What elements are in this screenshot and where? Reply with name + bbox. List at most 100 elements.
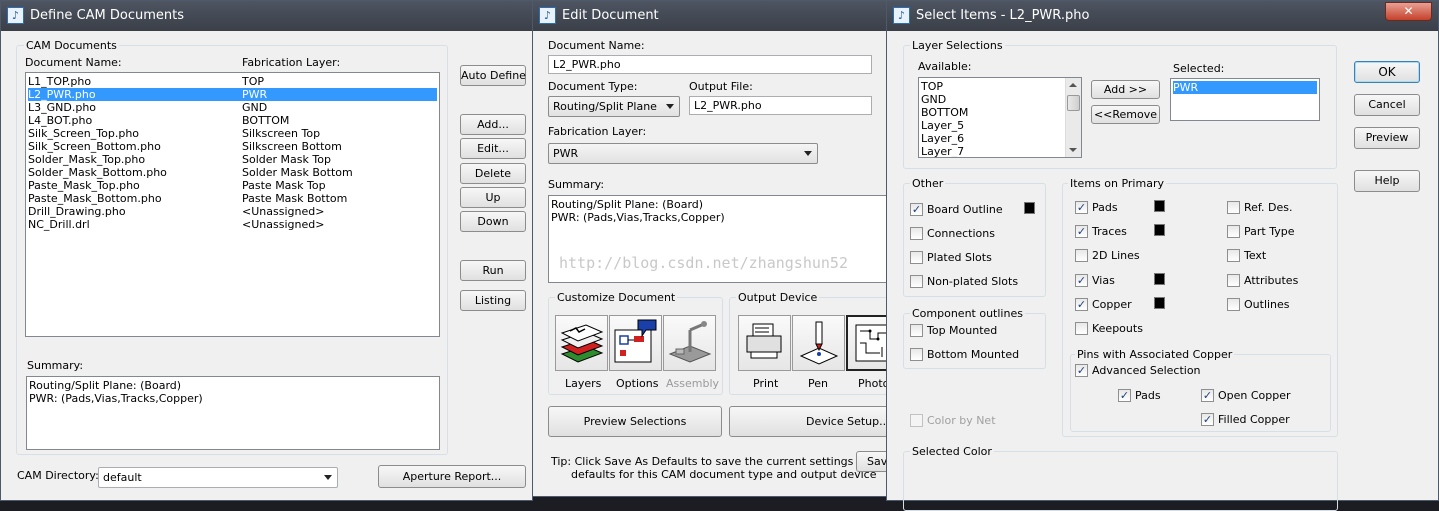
scroll-up-icon[interactable] — [1069, 83, 1077, 87]
document-name-cell: L2_PWR.pho — [28, 88, 96, 101]
summary-box: Routing/Split Plane: (Board) PWR: (Pads,… — [26, 376, 440, 450]
color-swatch[interactable] — [1024, 202, 1035, 214]
available-layer-item[interactable]: Layer_6 — [921, 132, 1063, 145]
assembly-button[interactable] — [663, 315, 716, 371]
define-cam-title-bar[interactable]: ♪ Define CAM Documents — [1, 1, 532, 31]
color-swatch[interactable] — [1154, 297, 1165, 309]
available-layer-item[interactable]: TOP — [921, 80, 1063, 93]
scroll-thumb[interactable] — [1067, 95, 1080, 111]
cam-document-row[interactable]: Silk_Screen_Bottom.pho Silkscreen Bottom — [28, 140, 437, 153]
checkbox-label: Color by Net — [927, 414, 996, 427]
cam-directory-select[interactable]: default — [98, 467, 338, 488]
checkbox-label: Bottom Mounted — [927, 348, 1020, 361]
select-items-window: ♪ Select Items - L2_PWR.pho ✕ Layer Sele… — [886, 0, 1439, 511]
aperture-report-button[interactable]: Aperture Report... — [378, 465, 526, 488]
add-layer-button[interactable]: Add >> — [1091, 80, 1160, 99]
available-layer-item[interactable]: GND — [921, 93, 1063, 106]
scroll-down-icon[interactable] — [1069, 148, 1077, 152]
print-button[interactable] — [738, 315, 791, 371]
checkbox-box — [1227, 298, 1240, 311]
checkbox-label: Pads — [1092, 201, 1118, 214]
checkbox-box — [910, 324, 923, 337]
checkbox-label: Pads — [1135, 389, 1161, 402]
device-setup-button[interactable]: Device Setup... — [729, 406, 895, 437]
selected-layer-item[interactable]: PWR — [1173, 81, 1317, 94]
app-icon: ♪ — [7, 7, 24, 24]
document-name-cell: Drill_Drawing.pho — [28, 205, 126, 218]
checkbox-box — [1227, 249, 1240, 262]
cam-document-row[interactable]: Paste_Mask_Top.pho Paste Mask Top — [28, 179, 437, 192]
available-scrollbar[interactable] — [1065, 78, 1081, 157]
delete-button[interactable]: Delete — [460, 163, 526, 184]
preview-button[interactable]: Preview — [1354, 127, 1420, 149]
close-icon[interactable]: ✕ — [1385, 2, 1432, 21]
summary-label: Summary: — [27, 359, 84, 372]
checkbox-label: 2D Lines — [1092, 249, 1140, 262]
fabrication-layer-cell: Paste Mask Bottom — [242, 192, 348, 205]
down-button[interactable]: Down — [460, 211, 526, 232]
layers-button[interactable] — [555, 315, 608, 371]
output-file-label: Output File: — [689, 80, 753, 93]
fabrication-layer-cell: Paste Mask Top — [242, 179, 326, 192]
checkbox-label: Plated Slots — [927, 251, 992, 264]
available-layers-list[interactable]: Layer_7 Layer_6 Layer_5 BOTTOM GND TOP — [918, 77, 1082, 158]
checkbox-label: Board Outline — [927, 203, 1003, 216]
checkbox-box — [1227, 201, 1240, 214]
selected-color-group — [903, 451, 1338, 511]
run-button[interactable]: Run — [460, 260, 526, 281]
edit-document-title-bar[interactable]: ♪ Edit Document — [533, 1, 893, 31]
cam-document-row[interactable]: Drill_Drawing.pho <Unassigned> — [28, 205, 437, 218]
output-file-field[interactable]: L2_PWR.pho — [689, 96, 872, 115]
document-name-field[interactable]: L2_PWR.pho — [548, 55, 872, 74]
available-layer-item[interactable]: BOTTOM — [921, 106, 1063, 119]
cam-document-row[interactable]: L4_BOT.pho BOTTOM — [28, 114, 437, 127]
checkbox-label: Non-plated Slots — [927, 275, 1019, 288]
document-name-cell: Silk_Screen_Top.pho — [28, 127, 140, 140]
checkbox-label: Text — [1244, 249, 1267, 262]
cam-document-row[interactable]: Paste_Mask_Bottom.pho Paste Mask Bottom — [28, 192, 437, 205]
cam-document-row[interactable]: Solder_Mask_Top.pho Solder Mask Top — [28, 153, 437, 166]
printer-icon — [746, 323, 782, 359]
cam-document-row[interactable]: NC_Drill.drl <Unassigned> — [28, 218, 437, 231]
document-name-header: Document Name: — [25, 56, 122, 69]
available-layer-item[interactable]: Layer_7 — [921, 145, 1063, 157]
remove-layer-button[interactable]: <<Remove — [1091, 105, 1160, 124]
preview-selections-button[interactable]: Preview Selections — [548, 406, 722, 437]
up-button[interactable]: Up — [460, 187, 526, 208]
add-button[interactable]: Add... — [460, 114, 526, 135]
assembly-icon — [668, 321, 712, 363]
app-icon: ♪ — [539, 7, 556, 24]
cam-documents-list[interactable]: L1_TOP.pho TOP L2_PWR.pho PWR L3_GND.pho GND L… — [25, 72, 440, 337]
help-button[interactable]: Help — [1354, 170, 1420, 192]
document-type-select[interactable]: Routing/Split Plane — [548, 96, 680, 117]
checkbox-box — [1075, 322, 1088, 335]
cam-document-row[interactable]: L1_TOP.pho TOP — [28, 75, 437, 88]
pins-associated-copper-label: Pins with Associated Copper — [1075, 348, 1235, 361]
cam-document-row[interactable]: L2_PWR.pho PWR — [28, 88, 437, 101]
fabrication-layer-select[interactable]: PWR — [548, 143, 818, 164]
color-swatch[interactable] — [1154, 200, 1165, 212]
chevron-down-icon — [804, 151, 812, 156]
component-outlines-label: Component outlines — [910, 307, 1025, 320]
select-items-title-bar[interactable]: ♪ Select Items - L2_PWR.pho ✕ — [887, 1, 1438, 31]
cancel-button[interactable]: Cancel — [1354, 94, 1420, 116]
checkbox-label: Open Copper — [1218, 389, 1291, 402]
fabrication-layer-cell: TOP — [242, 75, 265, 88]
options-button[interactable] — [609, 315, 662, 371]
checkbox-box — [1227, 274, 1240, 287]
color-swatch[interactable] — [1154, 273, 1165, 285]
edit-button[interactable]: Edit... — [460, 138, 526, 159]
checkbox-box — [910, 275, 923, 288]
pen-button[interactable] — [792, 315, 845, 371]
selected-layers-list[interactable]: PWR — [1170, 78, 1320, 121]
ok-button[interactable]: OK — [1354, 61, 1420, 83]
auto-define-button[interactable]: Auto Define — [460, 65, 526, 86]
chevron-down-icon — [324, 475, 332, 480]
available-layer-item[interactable]: Layer_5 — [921, 119, 1063, 132]
cam-document-row[interactable]: L3_GND.pho GND — [28, 101, 437, 114]
cam-document-row[interactable]: Solder_Mask_Bottom.pho Solder Mask Bottom — [28, 166, 437, 179]
cam-document-row[interactable]: Silk_Screen_Top.pho Silkscreen Top — [28, 127, 437, 140]
listing-button[interactable]: Listing — [460, 290, 526, 311]
summary-box: Routing/Split Plane: (Board) PWR: (Pads,… — [548, 195, 888, 283]
color-swatch[interactable] — [1154, 224, 1165, 236]
